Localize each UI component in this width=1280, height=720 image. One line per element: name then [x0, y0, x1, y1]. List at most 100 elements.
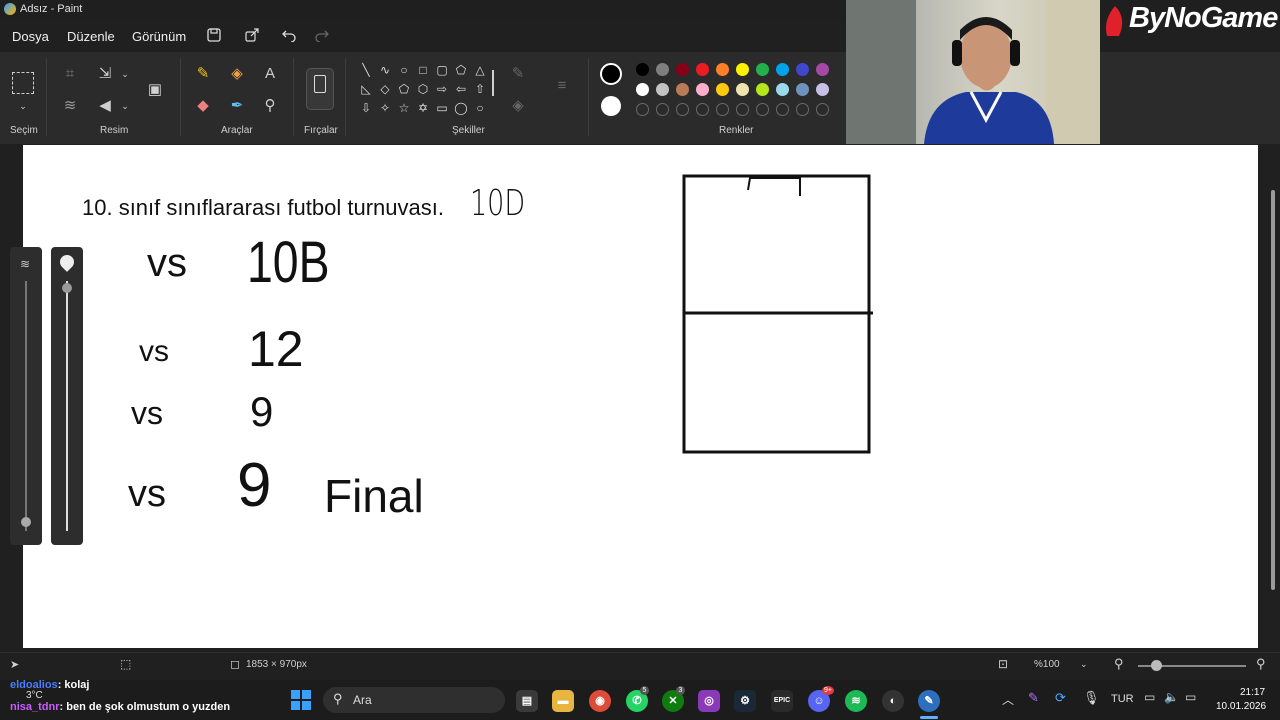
secondary-color[interactable]: [601, 96, 621, 116]
search-box[interactable]: ⚲ Ara: [323, 687, 505, 713]
color-swatch[interactable]: [636, 63, 649, 76]
instagram-icon[interactable]: ◎: [698, 690, 720, 712]
battery-icon[interactable]: ▭: [1185, 690, 1196, 704]
arrow-right-shape-icon[interactable]: ⇨: [434, 81, 450, 97]
callout-cloud-shape-icon[interactable]: ○: [472, 100, 488, 116]
color-swatch[interactable]: [776, 63, 789, 76]
opacity-slider[interactable]: [51, 247, 83, 545]
custom-color-slot[interactable]: [716, 103, 729, 116]
color-swatch[interactable]: [736, 63, 749, 76]
rectangle-shape-icon[interactable]: □: [415, 62, 431, 78]
volume-icon[interactable]: 🔈: [1164, 690, 1179, 704]
resize-icon[interactable]: ⇲: [95, 64, 115, 84]
custom-color-slot[interactable]: [676, 103, 689, 116]
custom-color-slot[interactable]: [756, 103, 769, 116]
text-tool-icon[interactable]: A: [260, 64, 280, 84]
arrow-down-shape-icon[interactable]: ⇩: [358, 100, 374, 116]
zoom-level-select[interactable]: %100: [1034, 659, 1060, 670]
image-background-icon[interactable]: ▣: [145, 80, 165, 100]
color-swatch[interactable]: [796, 83, 809, 96]
eraser-icon[interactable]: ◆: [193, 96, 213, 116]
spotify-icon[interactable]: ≋: [845, 690, 867, 712]
callout-oval-shape-icon[interactable]: ◯: [453, 100, 469, 116]
brushes-button[interactable]: [306, 68, 334, 110]
zoom-slider-thumb[interactable]: [1151, 660, 1162, 671]
undo-icon[interactable]: [281, 28, 297, 44]
color-swatch[interactable]: [656, 83, 669, 96]
color-swatch[interactable]: [716, 63, 729, 76]
select-rectangle-icon[interactable]: [12, 72, 34, 94]
input-language[interactable]: TUR: [1111, 693, 1134, 705]
triangle-shape-icon[interactable]: △: [472, 62, 488, 78]
save-icon[interactable]: [206, 28, 222, 44]
rotate-icon[interactable]: ◀: [95, 96, 115, 116]
stroke-size-slider[interactable]: ≋: [10, 247, 42, 545]
obs-icon[interactable]: ◐: [882, 690, 904, 712]
arrow-up-shape-icon[interactable]: ⇧: [472, 81, 488, 97]
paint-taskbar-icon[interactable]: ✎: [918, 690, 940, 712]
color-swatch[interactable]: [736, 83, 749, 96]
sync-icon[interactable]: ⟳: [1055, 690, 1066, 706]
right-triangle-shape-icon[interactable]: ◺: [358, 81, 374, 97]
chevron-down-icon[interactable]: ⌄: [1080, 659, 1088, 670]
color-swatch[interactable]: [696, 63, 709, 76]
outline-icon[interactable]: ✎: [508, 64, 528, 84]
oval-shape-icon[interactable]: ○: [396, 62, 412, 78]
custom-color-slot[interactable]: [816, 103, 829, 116]
vertical-scrollbar[interactable]: [1268, 145, 1278, 645]
chrome-icon[interactable]: ◉: [589, 690, 611, 712]
drawing-canvas[interactable]: 10. sınıf sınıflararası futbol turnuvası…: [23, 145, 1258, 648]
five-point-star-shape-icon[interactable]: ☆: [396, 100, 412, 116]
color-swatch[interactable]: [716, 83, 729, 96]
callout-rectangle-shape-icon[interactable]: ▭: [434, 100, 450, 116]
stroke-size-icon[interactable]: ≡: [552, 76, 572, 96]
color-swatch[interactable]: [756, 63, 769, 76]
task-view-icon[interactable]: ▤: [516, 690, 538, 712]
custom-color-slot[interactable]: [736, 103, 749, 116]
chevron-down-icon[interactable]: ⌄: [115, 96, 135, 116]
magnifier-icon[interactable]: ⚲: [260, 96, 280, 116]
clock-time[interactable]: 21:17: [1240, 687, 1265, 698]
custom-color-slot[interactable]: [796, 103, 809, 116]
custom-color-slot[interactable]: [636, 103, 649, 116]
diamond-shape-icon[interactable]: ◇: [377, 81, 393, 97]
zoom-out-icon[interactable]: ⚲: [1114, 656, 1124, 672]
network-icon[interactable]: ▭: [1144, 690, 1155, 704]
arrow-left-shape-icon[interactable]: ⇦: [453, 81, 469, 97]
steam-icon[interactable]: ⚙: [734, 690, 756, 712]
color-swatch[interactable]: [776, 83, 789, 96]
color-picker-icon[interactable]: ✒: [227, 96, 247, 116]
microphone-icon[interactable]: 🎙: [1083, 690, 1100, 706]
shapes-scrollbar[interactable]: [492, 70, 494, 96]
fit-to-window-icon[interactable]: ⊡: [998, 657, 1008, 671]
menu-view[interactable]: Görünüm: [132, 29, 186, 44]
rounded-rectangle-shape-icon[interactable]: ▢: [434, 62, 450, 78]
custom-color-slot[interactable]: [696, 103, 709, 116]
color-swatch[interactable]: [796, 63, 809, 76]
clock-date[interactable]: 10.01.2026: [1216, 701, 1266, 712]
fill-icon[interactable]: ◈: [508, 96, 528, 116]
fill-bucket-icon[interactable]: ◈: [227, 64, 247, 84]
color-swatch[interactable]: [656, 63, 669, 76]
zoom-in-icon[interactable]: ⚲: [1256, 656, 1266, 672]
chevron-down-icon[interactable]: ⌄: [13, 96, 33, 116]
color-swatch[interactable]: [816, 63, 829, 76]
color-swatch[interactable]: [676, 83, 689, 96]
color-swatch[interactable]: [676, 63, 689, 76]
file-explorer-icon[interactable]: ▬: [552, 690, 574, 712]
chevron-down-icon[interactable]: ⌄: [115, 64, 135, 84]
custom-color-slot[interactable]: [776, 103, 789, 116]
hexagon-shape-icon[interactable]: ⬡: [415, 81, 431, 97]
color-swatch[interactable]: [756, 83, 769, 96]
pencil-icon[interactable]: ✎: [193, 64, 213, 84]
pen-icon[interactable]: ✎: [1028, 690, 1039, 706]
line-shape-icon[interactable]: ╲: [358, 62, 374, 78]
menu-edit[interactable]: Düzenle: [67, 29, 115, 44]
primary-color[interactable]: [600, 63, 622, 85]
menu-file[interactable]: Dosya: [12, 29, 49, 44]
slider-thumb[interactable]: [21, 517, 31, 527]
color-swatch[interactable]: [816, 83, 829, 96]
color-swatch[interactable]: [636, 83, 649, 96]
redo-icon[interactable]: [314, 28, 330, 44]
chevron-up-icon[interactable]: ︿: [1002, 691, 1014, 708]
